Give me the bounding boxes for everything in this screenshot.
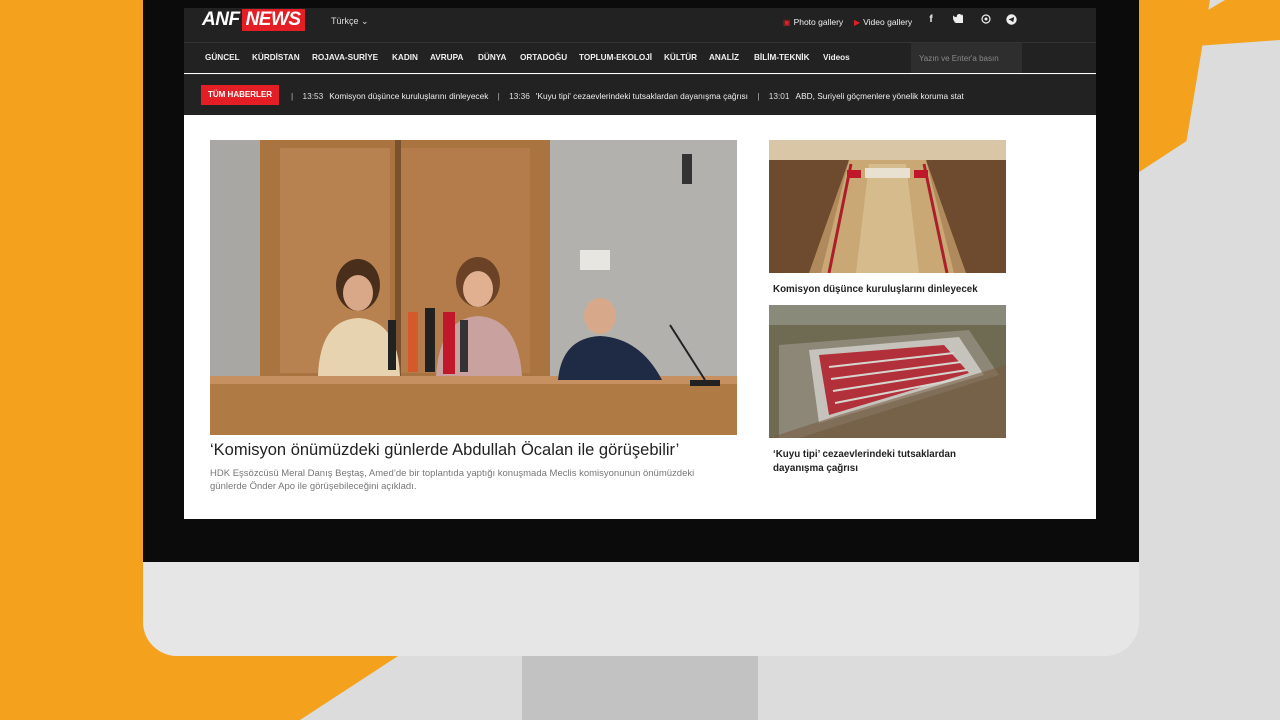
nav-item-avrupa[interactable]: AVRUPA [430,53,463,62]
nav-item-guncel[interactable]: GÜNCEL [205,53,240,62]
ticker-time: 13:36 [509,91,530,101]
ticker-time: 13:53 [302,91,324,101]
video-gallery-link[interactable]: ▶ Video gallery [854,17,912,27]
side-story-image[interactable] [769,140,1006,273]
top-bar: ANF NEWS Türkçe ⌄ ▣ Photo gallery ▶ Vide… [184,8,1096,43]
ticker-item[interactable]: 13:01 ABD, Suriyeli göçmenlere yönelik ko… [769,91,964,101]
nav-item-videos[interactable]: Videos [823,53,850,62]
nav-item-analiz[interactable]: ANALİZ [709,53,739,62]
nav-item-kurdistan[interactable]: KÜRDİSTAN [252,53,300,62]
facebook-icon[interactable]: f [924,14,938,25]
ticker-item[interactable]: 13:36 'Kuyu tipi' cezaevlerindeki tutsakl… [509,91,748,101]
nav-item-kultur[interactable]: KÜLTÜR [664,53,697,62]
photo-icon: ▣ [783,17,791,27]
ticker-item[interactable]: 13:53 Komisyon düşünce kuruluşlarını dinl… [302,91,488,101]
photo-gallery-label: Photo gallery [793,17,844,27]
search-input[interactable]: Yazın ve Enter'a basın [911,43,1022,73]
nav-item-rojava-suriye[interactable]: ROJAVA-SURİYE [312,53,378,62]
site-logo[interactable]: ANF NEWS [202,9,305,31]
monitor-stand [522,656,758,720]
nav-item-kadin[interactable]: KADIN [392,53,418,62]
main-story-title[interactable]: ‘Komisyon önümüzdeki günlerde Abdullah Ö… [210,441,679,460]
side-story-image[interactable] [769,305,1006,438]
ticker-items: | 13:53 Komisyon düşünce kuruluşlarını di… [284,91,1024,101]
ticker-label[interactable]: TÜM HABERLER [201,85,279,105]
nav-item-ortadogu[interactable]: ORTADOĞU [520,53,567,62]
whatsapp-icon[interactable] [979,14,993,27]
logo-secondary: NEWS [241,9,305,31]
photo-gallery-link[interactable]: ▣ Photo gallery [783,17,843,27]
news-ticker: TÜM HABERLER | 13:53 Komisyon düşünce kur… [184,74,1096,115]
ticker-separator: | [757,91,760,101]
video-gallery-label: Video gallery [863,17,913,27]
play-icon: ▶ [854,17,861,27]
main-story-image[interactable] [210,140,737,435]
nav-item-dunya[interactable]: DÜNYA [478,53,506,62]
ticker-separator: | [291,91,294,101]
logo-primary: ANF [202,9,240,30]
browser-screen: ANF NEWS Türkçe ⌄ ▣ Photo gallery ▶ Vide… [184,8,1096,519]
ticker-text: Komisyon düşünce kuruluşlarını dinleyece… [329,91,489,101]
main-nav: GÜNCEL KÜRDİSTAN ROJAVA-SURİYE KADIN AVR… [184,43,1096,73]
nav-item-toplum-ekoloji[interactable]: TOPLUM-EKOLOJİ [579,53,652,62]
ticker-text: 'Kuyu tipi' cezaevlerindeki tutsaklardan… [535,91,748,101]
nav-item-bilim-teknik[interactable]: BİLİM-TEKNİK [754,53,810,62]
side-story-title[interactable]: ‘Kuyu tipi’ cezaevlerindeki tutsaklardan… [773,448,993,476]
twitter-icon[interactable] [951,14,965,26]
chevron-down-icon: ⌄ [361,16,369,26]
monitor: ANF NEWS Türkçe ⌄ ▣ Photo gallery ▶ Vide… [143,0,1139,656]
telegram-icon[interactable] [1004,14,1018,28]
side-story-title[interactable]: Komisyon düşünce kuruluşlarını dinleyece… [773,284,978,295]
ticker-time: 13:01 [768,91,790,101]
ticker-separator: | [497,91,500,101]
ticker-text: ABD, Suriyeli göçmenlere yönelik koruma … [795,91,964,101]
language-label: Türkçe [331,16,359,26]
language-select[interactable]: Türkçe ⌄ [331,16,369,27]
main-story-description: HDK Eşsözcüsü Meral Danış Beştaş, Amed’d… [210,468,695,492]
